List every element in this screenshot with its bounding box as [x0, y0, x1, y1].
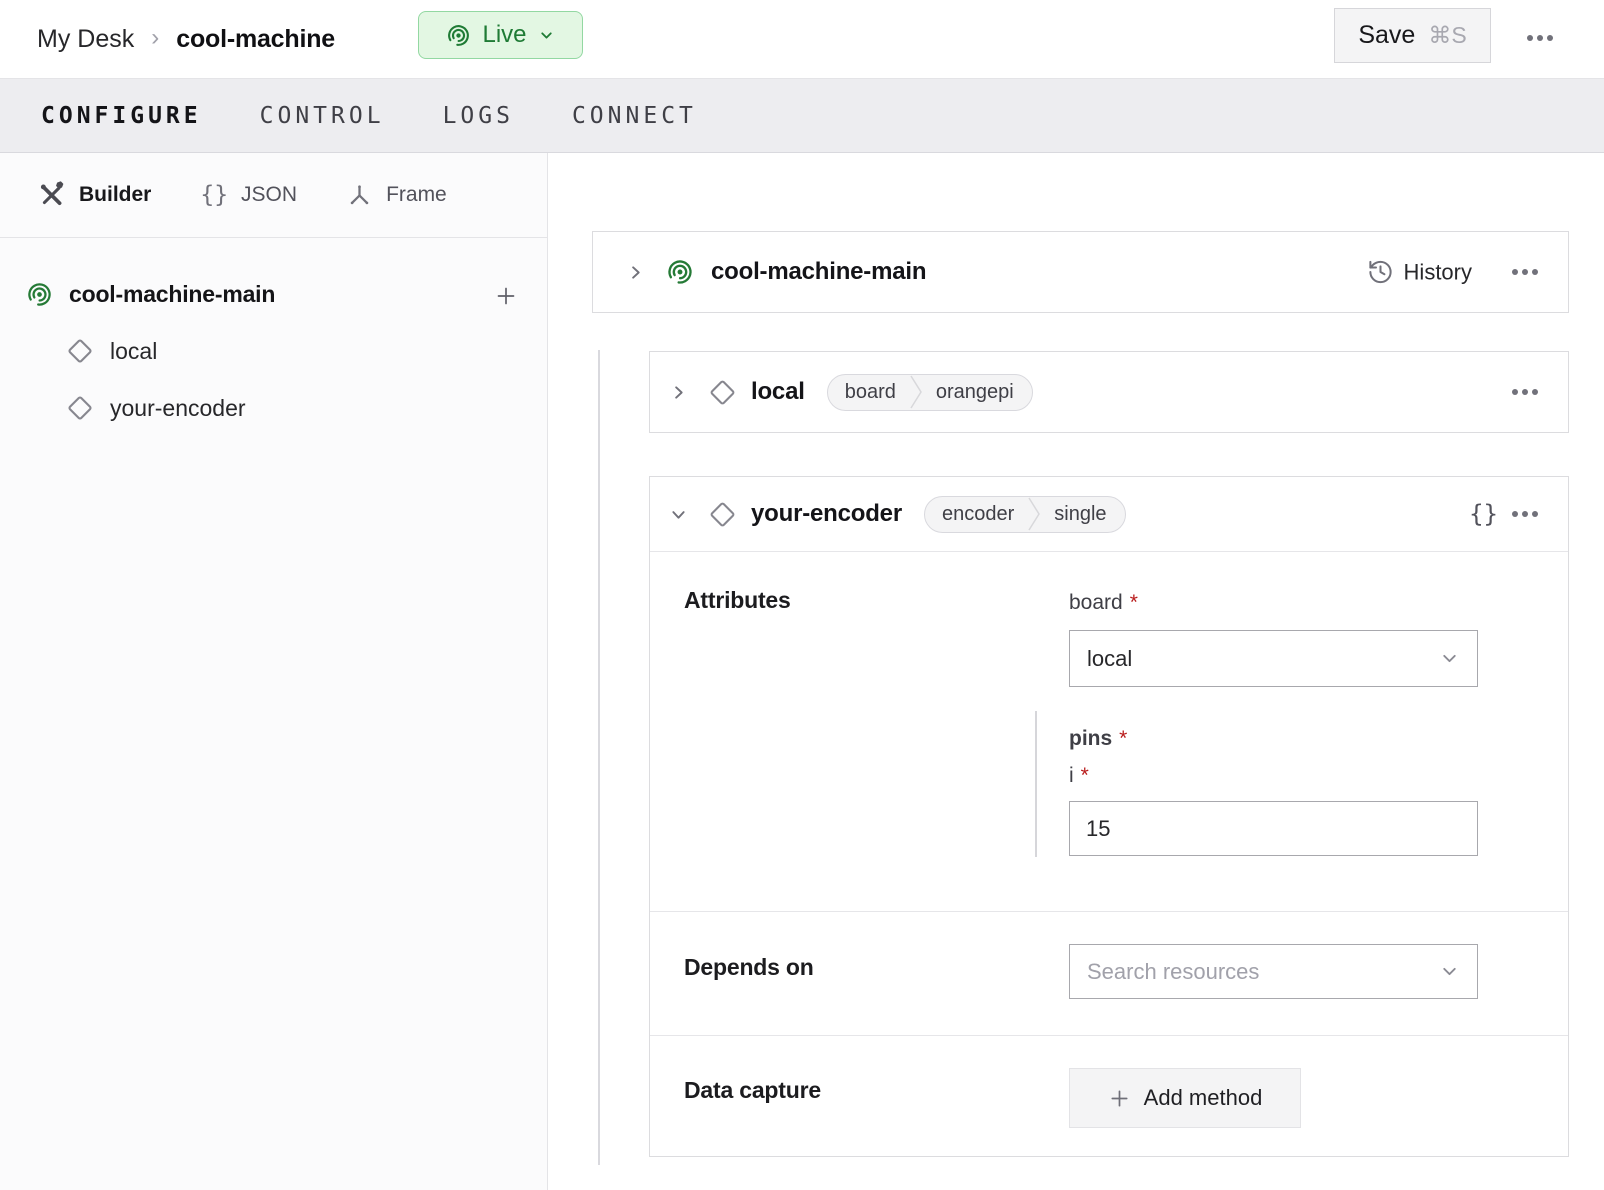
- live-status-dropdown[interactable]: Live: [418, 11, 583, 59]
- model-badge: single: [1041, 503, 1124, 526]
- machine-main-card: cool-machine-main History: [592, 231, 1569, 313]
- your-encoder-card: your-encoder encoder single {} Attribute…: [649, 476, 1569, 1157]
- tree-item-local-label: local: [110, 338, 157, 365]
- chevron-right-icon[interactable]: [626, 263, 645, 282]
- card-connector-line: [598, 350, 600, 1165]
- breadcrumb-separator-icon: ›: [151, 24, 159, 52]
- chevron-down-icon: [1439, 648, 1460, 669]
- badge-divider-chevron-icon: [910, 374, 923, 411]
- component-diamond-icon: [66, 394, 94, 422]
- mode-tab-json-label: JSON: [241, 183, 297, 207]
- tree-item-machine-root-label: cool-machine-main: [69, 281, 275, 308]
- tab-logs[interactable]: LOGS: [443, 103, 514, 129]
- data-capture-section-label: Data capture: [684, 1077, 821, 1104]
- component-diamond-icon: [66, 337, 94, 365]
- curly-braces-icon: {}: [200, 182, 228, 208]
- encoder-card-more-button[interactable]: [1506, 505, 1544, 523]
- tree-item-your-encoder[interactable]: your-encoder: [0, 384, 547, 432]
- encoder-type-model-badge: encoder single: [924, 496, 1126, 533]
- history-clock-icon: [1367, 259, 1394, 286]
- tab-configure[interactable]: CONFIGURE: [41, 103, 202, 129]
- local-board-card: local board orangepi: [649, 351, 1569, 433]
- depends-on-search-select[interactable]: Search resources: [1069, 944, 1478, 999]
- required-asterisk: *: [1081, 764, 1089, 787]
- type-badge: encoder: [925, 503, 1028, 526]
- config-mode-tabs: Builder {} JSON Frame: [0, 153, 547, 238]
- board-field-label: board*: [1069, 591, 1138, 615]
- broadcast-icon: [666, 258, 694, 286]
- breadcrumb: My Desk › cool-machine: [37, 0, 335, 78]
- plus-icon: [494, 284, 518, 308]
- badge-divider-chevron-icon: [1028, 496, 1041, 533]
- tab-connect[interactable]: CONNECT: [572, 103, 697, 129]
- local-type-model-badge: board orangepi: [827, 374, 1033, 411]
- ellipsis-icon: [1512, 511, 1538, 517]
- tree-item-your-encoder-label: your-encoder: [110, 395, 246, 422]
- machine-card-title: cool-machine-main: [711, 258, 926, 286]
- broadcast-icon: [26, 281, 53, 308]
- chevron-down-icon[interactable]: [669, 505, 688, 524]
- view-json-button[interactable]: {}: [1469, 500, 1498, 528]
- chevron-down-icon: [538, 27, 555, 44]
- save-button[interactable]: Save ⌘S: [1334, 8, 1491, 63]
- component-diamond-icon: [708, 500, 737, 529]
- frame-axes-icon: [346, 182, 373, 209]
- board-select-value: local: [1087, 646, 1132, 672]
- section-divider: [650, 911, 1568, 912]
- local-card-more-button[interactable]: [1506, 383, 1544, 401]
- required-asterisk: *: [1130, 591, 1138, 614]
- component-diamond-icon: [708, 378, 737, 407]
- your-encoder-card-header: your-encoder encoder single {}: [650, 477, 1568, 551]
- pins-group-indent-line: [1035, 711, 1037, 857]
- broadcast-icon: [446, 23, 471, 48]
- depends-on-placeholder: Search resources: [1087, 959, 1259, 985]
- breadcrumb-parent-link[interactable]: My Desk: [37, 25, 134, 54]
- chevron-down-icon: [1439, 961, 1460, 982]
- machine-card-more-button[interactable]: [1506, 263, 1544, 281]
- breadcrumb-current-machine: cool-machine: [176, 25, 335, 54]
- topbar-more-menu-button[interactable]: [1520, 24, 1560, 52]
- history-button[interactable]: History: [1367, 259, 1472, 286]
- tools-icon: [38, 181, 66, 209]
- chevron-right-icon[interactable]: [669, 383, 688, 402]
- pin-i-input[interactable]: [1069, 801, 1478, 856]
- save-shortcut-hint: ⌘S: [1428, 22, 1466, 49]
- add-component-button[interactable]: [493, 283, 519, 309]
- add-method-button-label: Add method: [1144, 1085, 1263, 1111]
- pins-group-label: pins*: [1069, 727, 1127, 751]
- attributes-section-label: Attributes: [684, 587, 791, 614]
- section-divider: [650, 551, 1568, 552]
- ellipsis-icon: [1512, 269, 1538, 275]
- mode-tab-frame[interactable]: Frame: [346, 182, 447, 209]
- machine-config-page: My Desk › cool-machine Live Save ⌘: [0, 0, 1604, 1190]
- config-sidebar: Builder {} JSON Frame: [0, 153, 548, 1190]
- depends-on-section-label: Depends on: [684, 954, 814, 981]
- mode-tab-builder[interactable]: Builder: [38, 181, 151, 209]
- pin-i-field-label: i*: [1069, 764, 1089, 788]
- history-button-label: History: [1404, 259, 1472, 285]
- tree-item-machine-root[interactable]: cool-machine-main: [0, 270, 547, 318]
- model-badge: orangepi: [923, 381, 1032, 404]
- encoder-card-title: your-encoder: [751, 500, 902, 528]
- ellipsis-icon: [1512, 389, 1538, 395]
- machine-nav-tabbar: CONFIGURE CONTROL LOGS CONNECT: [0, 79, 1604, 153]
- tab-control[interactable]: CONTROL: [260, 103, 385, 129]
- live-status-label: Live: [482, 21, 526, 49]
- ellipsis-icon: [1527, 35, 1553, 41]
- plus-icon: [1108, 1087, 1131, 1110]
- mode-tab-frame-label: Frame: [386, 183, 447, 207]
- local-card-title: local: [751, 378, 805, 406]
- section-divider: [650, 1035, 1568, 1036]
- required-asterisk: *: [1119, 727, 1127, 750]
- mode-tab-builder-label: Builder: [79, 183, 151, 207]
- board-select[interactable]: local: [1069, 630, 1478, 687]
- save-button-label: Save: [1358, 21, 1415, 50]
- type-badge: board: [828, 381, 910, 404]
- tree-item-local[interactable]: local: [0, 327, 547, 375]
- add-method-button[interactable]: Add method: [1069, 1068, 1301, 1128]
- mode-tab-json[interactable]: {} JSON: [200, 182, 297, 208]
- top-bar: My Desk › cool-machine Live Save ⌘: [0, 0, 1604, 79]
